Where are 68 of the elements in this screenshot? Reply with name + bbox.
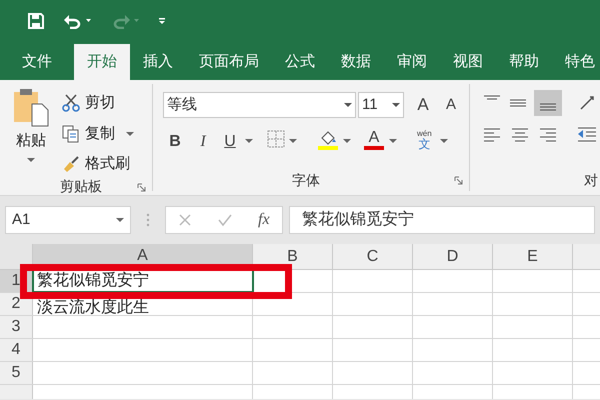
ribbon-tab[interactable]: 数据 bbox=[328, 44, 384, 80]
name-box[interactable]: A1 bbox=[5, 206, 131, 234]
insert-function-button[interactable]: fx bbox=[258, 208, 270, 232]
row-header[interactable]: 5 bbox=[0, 362, 33, 384]
worksheet-grid[interactable]: A B C D E 1 繁花似锦觅安宁 2 淡云流水度此生 3 4 5 bbox=[0, 244, 600, 399]
fill-color-icon[interactable] bbox=[317, 130, 339, 150]
check-icon[interactable] bbox=[217, 213, 234, 227]
dialog-launcher-icon[interactable] bbox=[454, 176, 463, 185]
formula-field[interactable]: 繁花似锦觅安宁 bbox=[289, 206, 595, 234]
column-header[interactable]: C bbox=[333, 244, 413, 269]
italic-button[interactable]: I bbox=[191, 130, 215, 154]
row-header[interactable]: 4 bbox=[0, 339, 33, 361]
ribbon-tab[interactable]: 页面布局 bbox=[186, 44, 272, 80]
ribbon-tab[interactable]: 公式 bbox=[272, 44, 328, 80]
undo-icon[interactable] bbox=[62, 13, 92, 29]
decrease-indent-icon[interactable] bbox=[576, 126, 598, 144]
paste-button[interactable]: 粘贴 bbox=[16, 130, 46, 152]
align-left-icon[interactable] bbox=[482, 126, 502, 144]
caret-icon[interactable] bbox=[126, 130, 134, 137]
ribbon-tab[interactable]: 文件 bbox=[0, 44, 74, 80]
group-label: 对 bbox=[584, 170, 598, 190]
caret-icon[interactable] bbox=[389, 138, 397, 144]
ribbon-tab[interactable]: 视图 bbox=[440, 44, 496, 80]
dialog-launcher-icon[interactable] bbox=[137, 182, 146, 192]
clipboard-icon[interactable] bbox=[12, 88, 50, 128]
row-header[interactable]: 3 bbox=[0, 316, 33, 338]
font-name-field[interactable]: 等线 bbox=[163, 92, 356, 118]
group-label: 字体 bbox=[292, 170, 320, 190]
caret-icon[interactable] bbox=[116, 217, 124, 223]
format-painter-button[interactable]: 格式刷 bbox=[85, 153, 130, 176]
caret-icon[interactable] bbox=[289, 138, 297, 144]
table-cell: 淡云流水度此生 bbox=[33, 293, 253, 315]
ribbon-tab[interactable]: 插入 bbox=[130, 44, 186, 80]
column-header[interactable]: B bbox=[253, 244, 333, 269]
copy-icon[interactable] bbox=[62, 124, 80, 143]
group-label: 剪贴板 bbox=[60, 176, 102, 196]
caret-icon[interactable] bbox=[344, 102, 352, 108]
align-center-icon[interactable] bbox=[510, 126, 530, 144]
phonetic-button[interactable]: wén 文 bbox=[417, 130, 432, 150]
align-right-icon[interactable] bbox=[538, 126, 558, 144]
underline-button[interactable]: U bbox=[219, 130, 241, 154]
caret-icon[interactable] bbox=[245, 138, 253, 144]
column-header[interactable]: E bbox=[493, 244, 573, 269]
align-bottom-button[interactable] bbox=[534, 90, 562, 116]
ribbon-tab[interactable]: 开始 bbox=[74, 44, 130, 80]
select-all-corner[interactable] bbox=[0, 244, 33, 269]
caret-icon[interactable] bbox=[27, 156, 35, 162]
grip-icon[interactable] bbox=[144, 212, 152, 228]
save-icon[interactable] bbox=[28, 13, 44, 29]
grow-font-button[interactable]: A bbox=[410, 92, 436, 118]
shrink-font-button[interactable]: A bbox=[438, 94, 464, 116]
copy-button[interactable]: 复制 bbox=[85, 122, 115, 145]
bold-button[interactable]: B bbox=[163, 130, 187, 154]
caret-icon[interactable] bbox=[440, 138, 448, 144]
table-cell: 繁花似锦觅安宁 bbox=[33, 270, 253, 292]
ribbon-tab[interactable]: 特色 bbox=[552, 44, 600, 80]
caret-icon[interactable] bbox=[343, 138, 351, 144]
brush-icon[interactable] bbox=[62, 155, 80, 174]
column-header[interactable]: D bbox=[413, 244, 493, 269]
ribbon-tab[interactable]: 审阅 bbox=[384, 44, 440, 80]
customize-icon[interactable] bbox=[158, 16, 166, 26]
borders-icon[interactable] bbox=[267, 130, 285, 148]
caret-icon[interactable] bbox=[392, 102, 400, 108]
ribbon-tab[interactable]: 帮助 bbox=[496, 44, 552, 80]
font-color-button[interactable]: A bbox=[363, 130, 385, 150]
scissors-icon[interactable] bbox=[62, 94, 80, 112]
font-size-field[interactable]: 11 bbox=[358, 92, 404, 118]
cut-button[interactable]: 剪切 bbox=[85, 92, 115, 114]
